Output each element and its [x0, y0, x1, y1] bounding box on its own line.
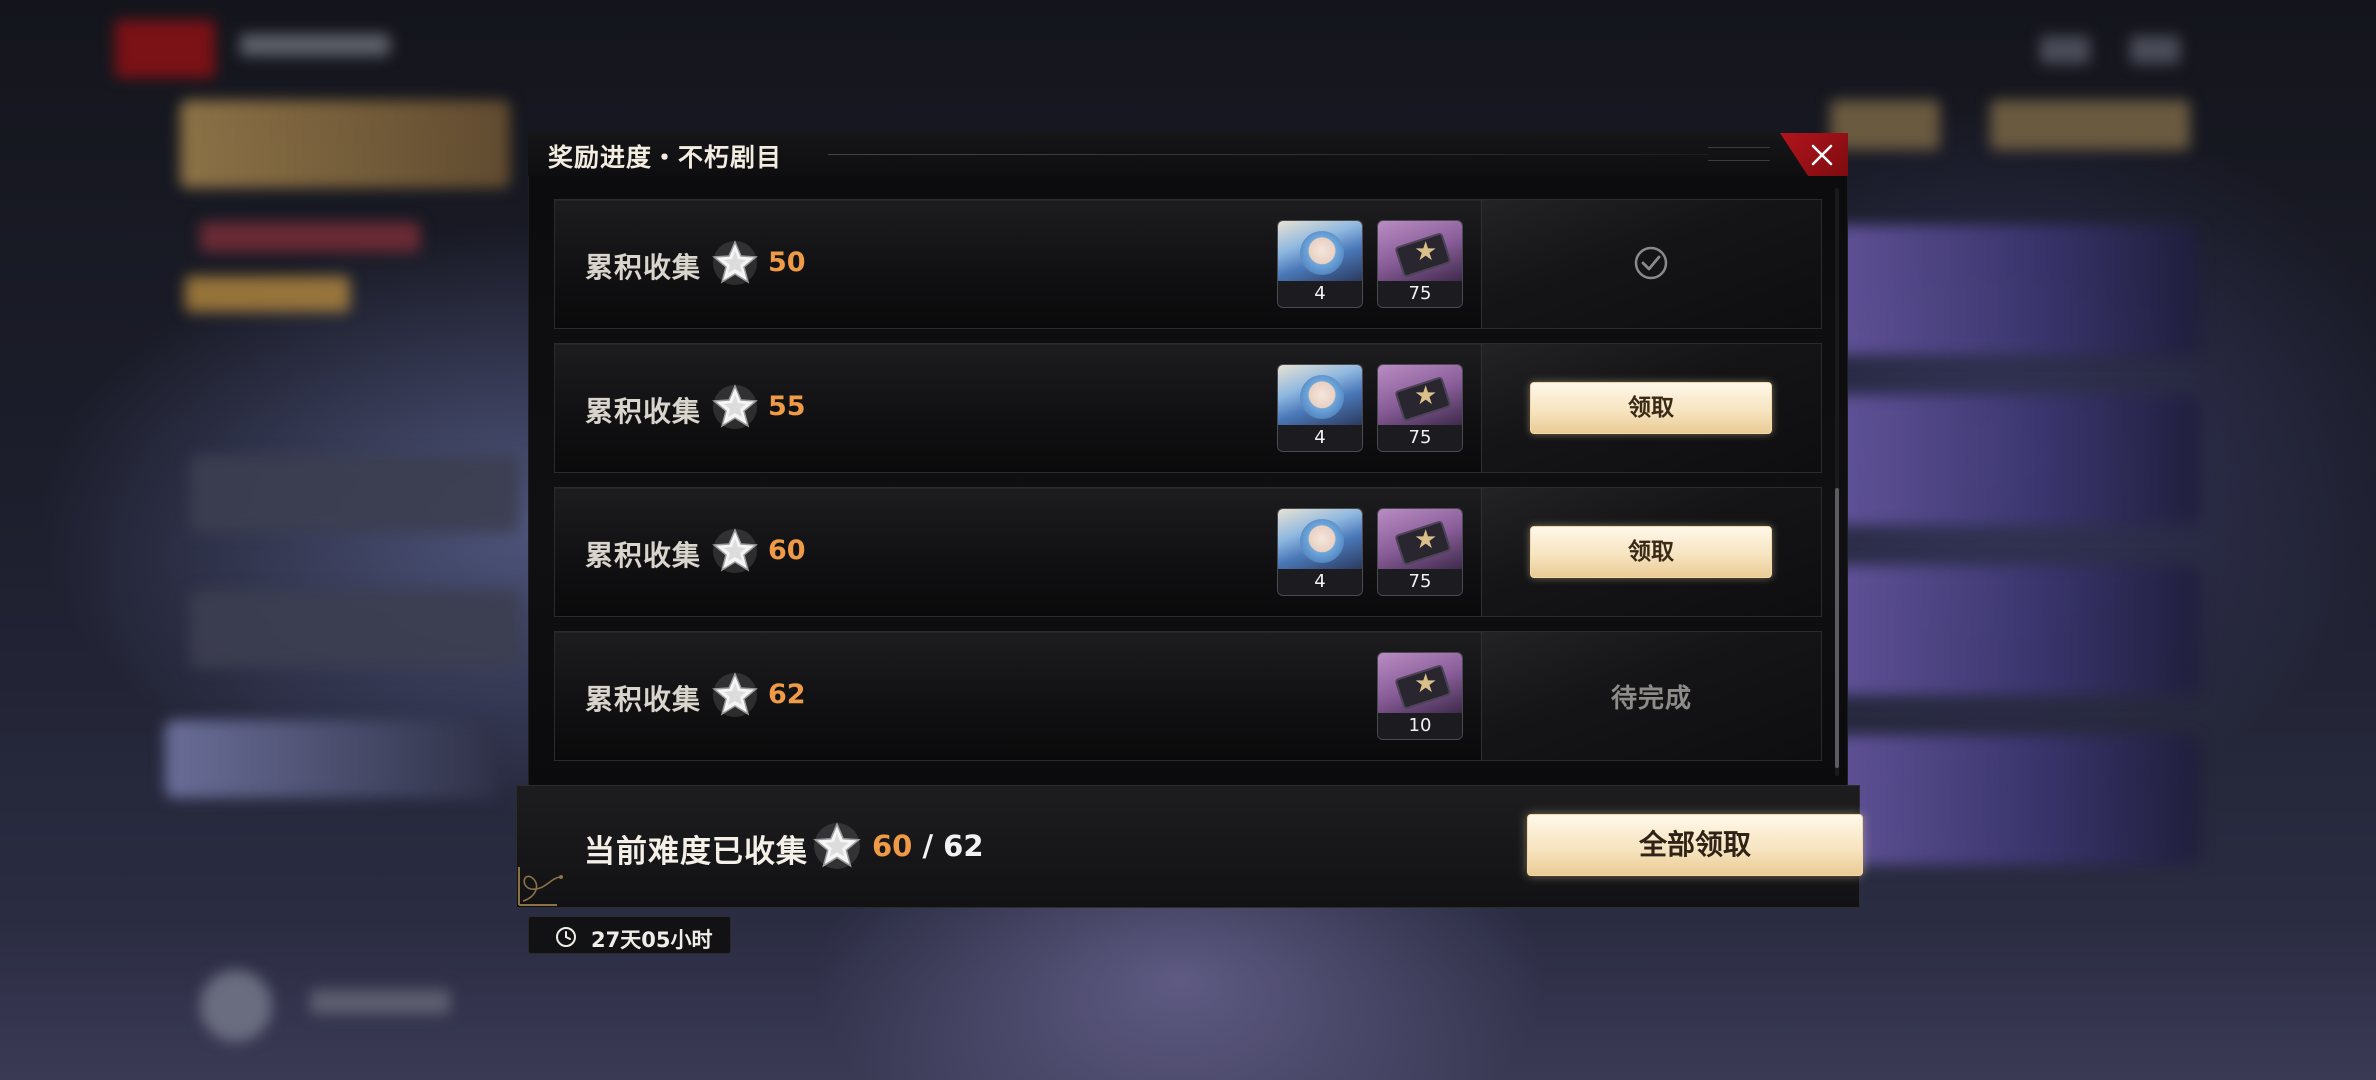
background-top-button — [1990, 100, 2190, 150]
item-quantity: 75 — [1378, 281, 1462, 307]
reward-status-claimed — [1481, 200, 1821, 328]
item-quantity: 4 — [1278, 281, 1362, 307]
background-text — [310, 990, 450, 1014]
ticket-card-icon: ★ — [1378, 509, 1462, 571]
reward-item[interactable]: 4 — [1277, 220, 1363, 308]
pending-status: 待完成 — [1610, 684, 1692, 714]
star-icon — [712, 528, 758, 573]
row-star-count: 50 — [768, 247, 806, 278]
reward-item[interactable]: 4 — [1277, 364, 1363, 452]
modal-title: 奖励进度・不朽剧目 — [548, 143, 783, 172]
header-divider — [828, 154, 1708, 155]
row-label: 累积收集 — [585, 395, 702, 428]
background-side-card — [1830, 565, 2200, 695]
reward-action: 领取 — [1481, 344, 1821, 472]
character-avatar-icon — [1278, 365, 1362, 427]
star-icon — [712, 384, 758, 429]
row-star-count: 60 — [768, 535, 806, 566]
reward-item[interactable]: 4 — [1277, 508, 1363, 596]
claim-all-button[interactable]: 全部领取 — [1527, 814, 1863, 876]
background-side-card — [1830, 395, 2200, 525]
background-event-subtitle — [200, 222, 420, 252]
header-decoration — [1708, 147, 1770, 161]
item-quantity: 4 — [1278, 425, 1362, 451]
background-logo — [115, 20, 215, 78]
reward-item[interactable]: ★ 10 — [1377, 652, 1463, 740]
collected-count: 60 / 62 — [872, 829, 984, 863]
row-star-count: 62 — [768, 679, 806, 710]
check-circle-icon — [1634, 246, 1668, 280]
background-nav-item — [165, 720, 495, 798]
reward-item[interactable]: ★ 75 — [1377, 508, 1463, 596]
background-nav-item — [190, 455, 520, 533]
background-title — [240, 34, 390, 56]
reward-progress-modal: 奖励进度・不朽剧目 累积收集 50 4 ★ 75 累积收集 55 4 ★ 75 … — [516, 133, 1863, 908]
character-avatar-icon — [1278, 509, 1362, 571]
close-icon — [1811, 144, 1833, 166]
background-top-icon — [2040, 36, 2090, 64]
row-star-count: 55 — [768, 391, 806, 422]
background-event-title — [180, 100, 510, 188]
reward-row: 累积收集 62 ★ 10 待完成 — [554, 631, 1822, 761]
clock-icon — [556, 927, 576, 947]
character-avatar-icon — [1278, 221, 1362, 283]
item-quantity: 75 — [1378, 425, 1462, 451]
close-button[interactable] — [1780, 133, 1848, 176]
collected-label: 当前难度已收集 — [584, 834, 808, 870]
reward-row: 累积收集 60 4 ★ 75 领取 — [554, 487, 1822, 617]
background-side-card — [1830, 735, 2200, 865]
star-icon — [712, 672, 758, 717]
ticket-card-icon: ★ — [1378, 365, 1462, 427]
reward-action: 领取 — [1481, 488, 1821, 616]
reward-item[interactable]: ★ 75 — [1377, 364, 1463, 452]
ticket-card-icon: ★ — [1378, 221, 1462, 283]
claim-button[interactable]: 领取 — [1530, 526, 1772, 578]
reward-item[interactable]: ★ 75 — [1377, 220, 1463, 308]
background-top-icon — [2130, 36, 2180, 64]
reward-row: 累积收集 50 4 ★ 75 — [554, 199, 1822, 329]
event-timer: 27天05小时 — [528, 916, 731, 954]
background-side-card — [1830, 225, 2200, 355]
reward-row: 累积收集 55 4 ★ 75 领取 — [554, 343, 1822, 473]
row-label: 累积收集 — [585, 539, 702, 572]
background-event-pill — [185, 276, 350, 312]
star-icon — [712, 240, 758, 285]
item-quantity: 75 — [1378, 569, 1462, 595]
row-label: 累积收集 — [585, 251, 702, 284]
star-icon — [813, 822, 861, 869]
collected-separator: / — [912, 829, 944, 863]
modal-header: 奖励进度・不朽剧目 — [528, 133, 1848, 176]
item-quantity: 10 — [1378, 713, 1462, 739]
scrollbar-thumb[interactable] — [1835, 488, 1839, 768]
item-quantity: 4 — [1278, 569, 1362, 595]
collected-total: 62 — [943, 829, 984, 863]
collected-current: 60 — [872, 829, 913, 863]
scrollbar[interactable] — [1835, 188, 1839, 776]
timer-text: 27天05小时 — [591, 928, 713, 952]
background-avatar — [200, 970, 272, 1042]
background-nav-item — [190, 590, 520, 668]
reward-list[interactable]: 累积收集 50 4 ★ 75 累积收集 55 4 ★ 75 领取 累积收集 60… — [528, 176, 1848, 788]
reward-action: 待完成 — [1481, 632, 1821, 760]
claim-button[interactable]: 领取 — [1530, 382, 1772, 434]
modal-footer: 当前难度已收集 60 / 62 全部领取 — [516, 785, 1863, 908]
row-label: 累积收集 — [585, 683, 702, 716]
ticket-card-icon: ★ — [1378, 653, 1462, 715]
